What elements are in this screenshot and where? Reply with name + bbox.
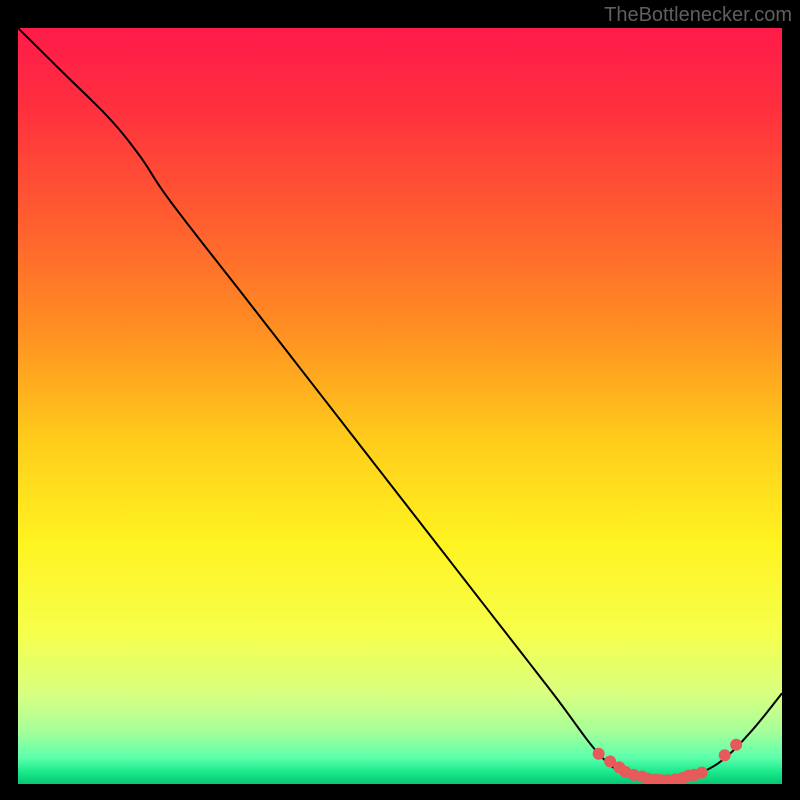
marker-dot (696, 767, 708, 779)
marker-dot (719, 749, 731, 761)
marker-dot (593, 748, 605, 760)
attribution-text: TheBottlenecker.com (604, 4, 792, 27)
marker-dot (730, 739, 742, 751)
gradient-background (18, 28, 782, 784)
chart-svg (18, 28, 782, 784)
chart-frame: TheBottlenecker.com (0, 0, 800, 800)
plot-area (18, 28, 782, 784)
